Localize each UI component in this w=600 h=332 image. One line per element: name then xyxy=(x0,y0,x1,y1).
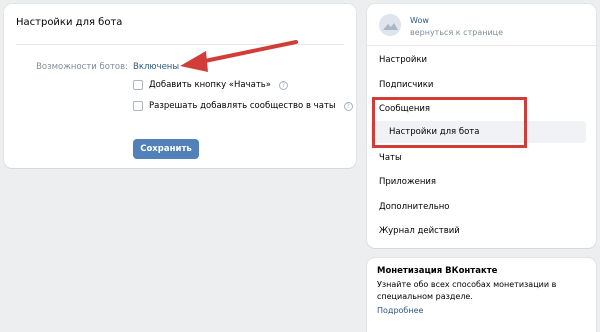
image-placeholder-icon xyxy=(379,14,401,36)
sidebar-item-chats[interactable]: Чаты xyxy=(367,147,596,169)
sidebar-item-subscribers[interactable]: Подписчики xyxy=(367,74,596,96)
allow-chats-checkbox[interactable] xyxy=(133,101,143,111)
annotation-highlight-box xyxy=(372,97,527,148)
bot-settings-card: Настройки для бота Возможности ботов: Вк… xyxy=(4,4,356,168)
back-to-page-link[interactable]: вернуться к странице xyxy=(410,28,503,37)
avatar[interactable] xyxy=(379,14,401,36)
save-button[interactable]: Сохранить xyxy=(133,139,199,159)
sidebar-item-settings[interactable]: Настройки xyxy=(367,49,596,71)
start-button-option[interactable]: Добавить кнопку «Начать» ? xyxy=(133,80,288,90)
annotation-arrow-icon xyxy=(180,40,298,72)
bots-capabilities-label: Возможности ботов: xyxy=(36,62,128,72)
help-icon[interactable]: ? xyxy=(279,80,288,90)
allow-chats-option[interactable]: Разрешать добавлять сообщество в чаты ? xyxy=(133,101,353,111)
start-button-checkbox[interactable] xyxy=(133,80,143,90)
monetization-card: Монетизация ВКонтакте Узнайте обо всех с… xyxy=(367,258,596,332)
group-name[interactable]: Wow xyxy=(410,16,429,25)
monetization-text: Узнайте обо всех способах монетизации в … xyxy=(377,280,557,301)
community-nav-card: Wow вернуться к странице Настройки Подпи… xyxy=(367,4,596,248)
monetization-more-link[interactable]: Подробнее xyxy=(377,306,423,315)
sidebar-item-more[interactable]: Дополнительно xyxy=(367,196,596,218)
page-title: Настройки для бота xyxy=(16,17,123,28)
divider xyxy=(367,45,596,46)
allow-chats-label[interactable]: Разрешать добавлять сообщество в чаты xyxy=(149,101,336,111)
sidebar-item-action-log[interactable]: Журнал действий xyxy=(367,220,596,242)
monetization-title: Монетизация ВКонтакте xyxy=(377,266,498,276)
start-button-label[interactable]: Добавить кнопку «Начать» xyxy=(149,80,271,90)
sidebar-item-apps[interactable]: Приложения xyxy=(367,171,596,193)
help-icon[interactable]: ? xyxy=(343,101,353,111)
